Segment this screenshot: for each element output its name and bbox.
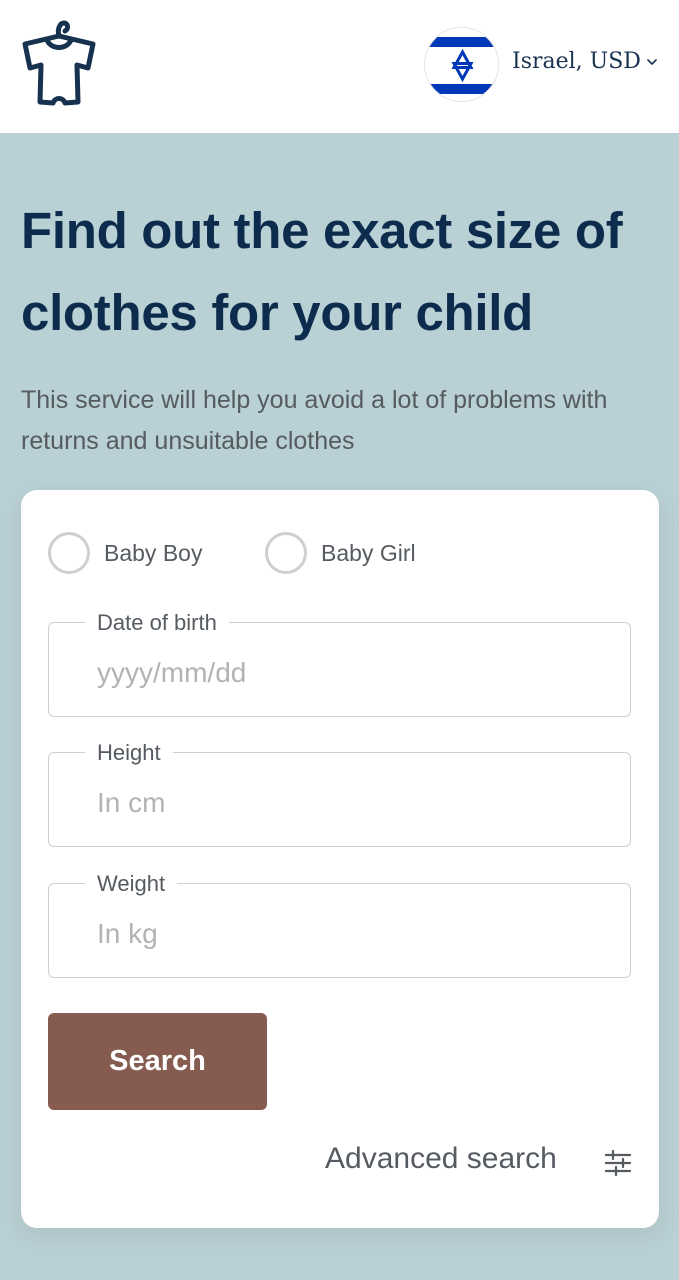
height-field[interactable]: Height <box>48 740 631 847</box>
date-of-birth-input[interactable] <box>97 653 597 693</box>
radio-label-baby-girl: Baby Girl <box>321 540 416 566</box>
top-bar: Israel, USD <box>0 0 679 133</box>
chevron-down-icon[interactable] <box>645 57 659 67</box>
page-title: Find out the exact size of clothes for y… <box>21 202 623 341</box>
locale-label[interactable]: Israel, USD <box>512 49 641 74</box>
height-label: Height <box>85 740 173 766</box>
date-of-birth-label: Date of birth <box>85 610 229 636</box>
radio-label-baby-boy: Baby Boy <box>104 540 203 566</box>
radio-circle[interactable] <box>48 532 90 574</box>
weight-input[interactable] <box>97 914 597 954</box>
country-flag[interactable] <box>424 27 499 102</box>
size-finder-card <box>21 490 659 1228</box>
weight-field[interactable]: Weight <box>48 871 631 978</box>
radio-circle[interactable] <box>265 532 307 574</box>
page-subtitle: This service will help you avoid a lot o… <box>21 386 608 455</box>
radio-baby-boy[interactable]: Baby Boy <box>48 532 223 574</box>
sliders-icon[interactable] <box>604 1150 632 1176</box>
weight-label: Weight <box>85 871 178 897</box>
israel-flag-icon <box>425 28 498 101</box>
advanced-search-label: Advanced search <box>325 1142 557 1175</box>
date-of-birth-field[interactable]: Date of birth <box>48 610 631 717</box>
baby-onesie-hanger-icon[interactable] <box>20 20 98 108</box>
search-button[interactable]: Search <box>48 1013 267 1110</box>
radio-baby-girl[interactable]: Baby Girl <box>265 532 440 574</box>
height-input[interactable] <box>97 783 597 823</box>
